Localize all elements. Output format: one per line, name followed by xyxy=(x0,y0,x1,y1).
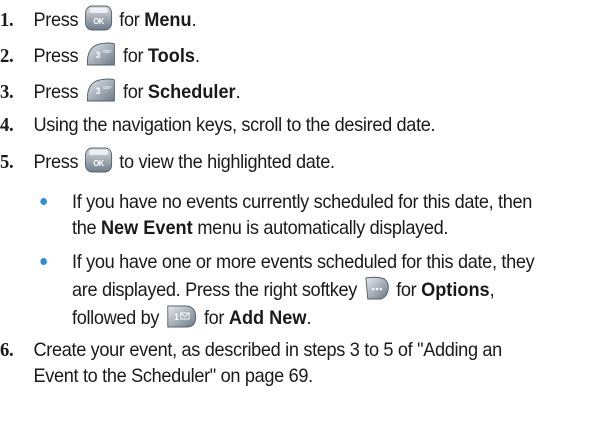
step-number: 2. xyxy=(0,45,14,67)
step-text: Create your event, as described in steps… xyxy=(33,339,502,361)
step-number: 4. xyxy=(0,114,14,136)
step-number: 3. xyxy=(0,81,14,103)
3-def-key-icon: 3 DEF xyxy=(85,77,117,103)
ok-key-icon: OK xyxy=(85,5,113,31)
step-3: 3. Press 3 DEF for Scheduler. xyxy=(0,77,551,105)
step-text: Press xyxy=(33,81,79,103)
step-text: Press xyxy=(33,45,79,67)
step-number: 6. xyxy=(0,339,14,361)
svg-text:DEF: DEF xyxy=(103,49,112,55)
svg-text:1: 1 xyxy=(174,312,179,322)
1-voicemail-key-icon: 1 xyxy=(166,303,198,329)
menu-label: Menu xyxy=(144,9,192,31)
scheduler-label: Scheduler xyxy=(147,81,236,103)
options-label: Options xyxy=(421,279,490,301)
manual-page: 1. Press OK for Menu. 2. Press 3 DEF for To… xyxy=(0,0,599,444)
step-4: 4. Using the navigation keys, scroll to t… xyxy=(0,112,551,138)
step-text: for xyxy=(119,9,140,31)
step-2: 2. Press 3 DEF for Tools. xyxy=(0,41,551,69)
tools-label: Tools xyxy=(147,45,195,67)
bullet-text: If you have no events currently schedule… xyxy=(72,191,533,213)
bullet-text: If you have one or more events scheduled… xyxy=(72,251,535,273)
3-def-key-icon: 3 DEF xyxy=(85,41,117,67)
ok-key-icon: OK xyxy=(85,147,113,173)
svg-text:DEF: DEF xyxy=(103,85,112,91)
step-number: 1. xyxy=(0,9,14,31)
step-text: Press xyxy=(33,9,79,31)
step-1: 1. Press OK for Menu. xyxy=(0,5,551,33)
step-text: for xyxy=(123,81,144,103)
step-text: Using the navigation keys, scroll to the… xyxy=(33,114,436,136)
bullet-dot xyxy=(40,198,47,205)
bullet-item-no-events: If you have no events currently schedule… xyxy=(40,189,593,241)
bullet-item-has-events: If you have one or more events scheduled… xyxy=(40,249,593,331)
svg-text:OK: OK xyxy=(94,17,105,26)
new-event-label: New Event xyxy=(100,217,193,239)
step-text: Event to the Scheduler" on page 69. xyxy=(33,365,313,387)
bullet-dot xyxy=(40,258,47,265)
right-softkey-icon xyxy=(364,275,390,301)
step-text: to view the highlighted date. xyxy=(119,151,335,173)
step-text: for xyxy=(123,45,144,67)
step-6: 6. Create your event, as described in ste… xyxy=(0,337,551,389)
svg-text:OK: OK xyxy=(94,159,105,168)
step-text: Press xyxy=(33,151,79,173)
svg-text:3: 3 xyxy=(96,50,101,60)
add-new-label: Add New xyxy=(228,307,307,329)
step-5: 5. Press OK to view the highlighted date. xyxy=(0,147,551,175)
step-number: 5. xyxy=(0,151,14,173)
svg-text:3: 3 xyxy=(96,86,101,96)
